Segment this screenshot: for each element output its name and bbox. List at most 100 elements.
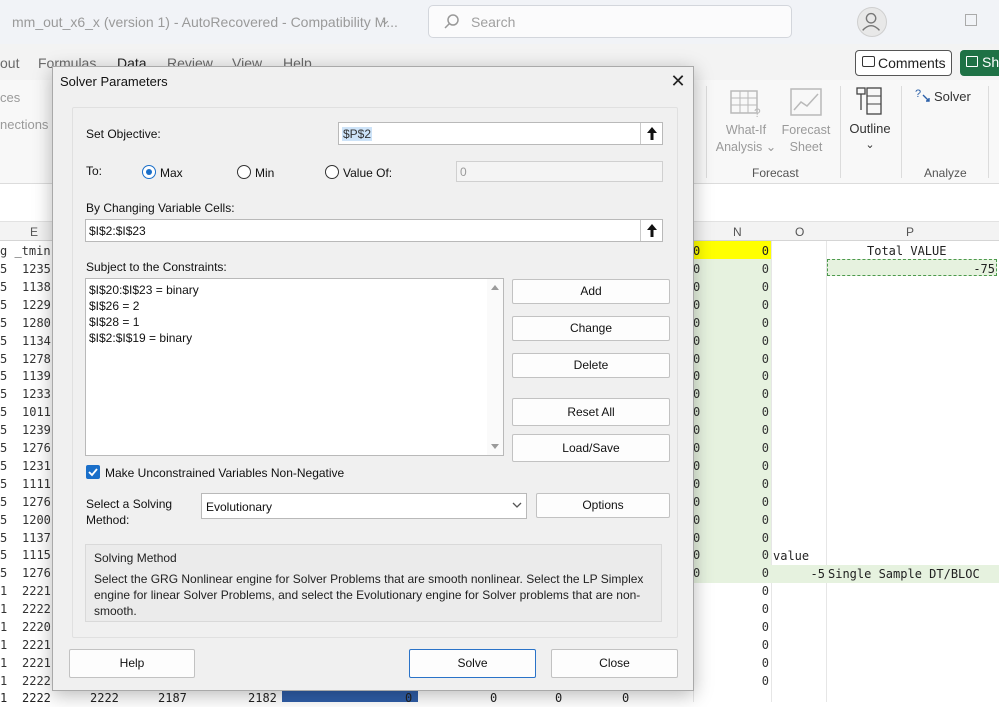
cell-m[interactable]: 0 [693,475,703,493]
objective-input[interactable]: $P$2 [338,122,663,145]
cell-d[interactable]: 5 [0,296,10,314]
cell-m[interactable]: 0 [693,421,703,439]
add-button[interactable]: Add [512,279,670,304]
cell-d[interactable]: 5 [0,332,10,350]
cell-d[interactable]: 5 [0,350,10,368]
cell-m[interactable]: 0 [693,439,703,457]
cell-m[interactable] [693,654,703,672]
cell-n[interactable]: 0 [705,421,769,439]
cell-e[interactable]: 1278 [22,350,52,368]
cell-m[interactable]: 0 [693,332,703,350]
scroll-up-icon[interactable] [491,285,499,290]
cell-d[interactable]: 5 [0,367,10,385]
cell-m[interactable] [693,672,703,690]
column-header-p[interactable]: P [906,225,914,239]
column-header-o[interactable]: O [795,225,804,239]
cell-e[interactable]: 1200 [22,511,52,529]
cell-bottom-k[interactable]: 0 [555,689,567,707]
cell-d[interactable]: 5 [0,278,10,296]
cell-d[interactable]: 1 [0,600,10,618]
cell-m[interactable]: 0 [693,367,703,385]
cell-m[interactable]: 0 [693,403,703,421]
list-item[interactable]: $I$2:$I$19 = binary [89,331,192,345]
value-of-input[interactable]: 0 [456,161,663,182]
cell-m[interactable] [693,636,703,654]
cell-bottom-prefix[interactable]: 1 [0,689,10,707]
cell-n[interactable]: 0 [705,618,769,636]
cell-m[interactable] [693,618,703,636]
restore-window-icon[interactable] [965,14,977,26]
list-item[interactable]: $I$28 = 1 [89,315,139,329]
options-button[interactable]: Options [536,493,670,518]
cell-d[interactable]: 5 [0,439,10,457]
cell-d[interactable]: 1 [0,654,10,672]
cell-n-header[interactable]: 0 [705,242,769,260]
cell-p-value[interactable]: -75 [827,260,995,278]
cell-d[interactable]: 5 [0,385,10,403]
cell-e[interactable]: 1137 [22,529,52,547]
cell-e[interactable]: 2220 [22,618,52,636]
cell-d[interactable]: 5 [0,475,10,493]
cell-d[interactable]: 1 [0,618,10,636]
changing-cells-input[interactable]: $I$2:$I$23 [85,219,663,242]
solver-button[interactable]: Solver [934,88,971,105]
cell-bottom-l[interactable]: 0 [622,689,634,707]
cell-bottom-j[interactable]: 0 [490,689,502,707]
cell-n[interactable]: 0 [705,367,769,385]
column-header-e[interactable]: E [30,225,38,239]
cell-m[interactable] [693,582,703,600]
value-of-radio[interactable] [325,165,339,179]
cell-e[interactable]: 2221 [22,654,52,672]
cell-n[interactable]: 0 [705,564,769,582]
close-icon[interactable]: ✕ [667,71,689,93]
scrollbar[interactable] [487,279,503,455]
cell-d[interactable]: 1 [0,636,10,654]
min-radio[interactable] [237,165,251,179]
cell-e[interactable]: 1276 [22,564,52,582]
cell-bottom-e[interactable]: 2222 [22,689,54,707]
scroll-down-icon[interactable] [491,444,499,449]
column-header-n[interactable]: N [733,225,742,239]
cell-e[interactable]: 1231 [22,457,52,475]
cell-e[interactable]: 1235 [22,260,52,278]
cell-p-label[interactable]: Single Sample DT/BLOC [828,565,998,583]
cell-n[interactable]: 0 [705,654,769,672]
cell-m-header[interactable]: 0 [693,242,703,260]
user-avatar-icon[interactable] [857,7,887,37]
collapse-dialog-button[interactable] [640,220,662,241]
cell-bottom-h[interactable]: 2182 [248,689,280,707]
max-radio[interactable] [142,165,156,179]
cell-m[interactable] [693,600,703,618]
cell-m[interactable]: 0 [693,529,703,547]
cell-e[interactable]: 1280 [22,314,52,332]
cell-e[interactable]: 2221 [22,582,52,600]
cell-o-value-label[interactable]: value [773,547,823,565]
constraints-list[interactable]: $I$20:$I$23 = binary $I$26 = 2 $I$28 = 1… [85,278,504,456]
cell-e[interactable]: 1139 [22,367,52,385]
cell-d[interactable]: 5 [0,564,10,582]
cell-m[interactable]: 0 [693,511,703,529]
cell-e[interactable]: 1138 [22,278,52,296]
cell-d[interactable]: 5 [0,403,10,421]
list-item[interactable]: $I$26 = 2 [89,299,139,313]
cell-m[interactable]: 0 [693,385,703,403]
tab-layout[interactable]: out [0,55,19,71]
cell-e[interactable]: 1276 [22,493,52,511]
cell-n[interactable]: 0 [705,403,769,421]
cell-o-value[interactable]: -5 [773,565,825,583]
cell-e[interactable]: 1115 [22,546,52,564]
cell-bottom-f[interactable]: 2222 [90,689,122,707]
cell-n[interactable]: 0 [705,457,769,475]
forecast-sheet-button[interactable]: Forecast Sheet [778,122,834,156]
cell-e[interactable]: 1239 [22,421,52,439]
cell-e[interactable]: 2221 [22,636,52,654]
cell-n[interactable]: 0 [705,314,769,332]
help-button[interactable]: Help [69,649,195,678]
search-box[interactable]: Search [428,5,792,38]
ribbon-item-partial-2[interactable]: nections [0,117,48,132]
cell-n[interactable]: 0 [705,672,769,690]
cell-n[interactable]: 0 [705,475,769,493]
cell-d[interactable]: 1 [0,672,10,690]
cell-e[interactable]: 1011 [22,403,52,421]
cell-m[interactable]: 0 [693,314,703,332]
